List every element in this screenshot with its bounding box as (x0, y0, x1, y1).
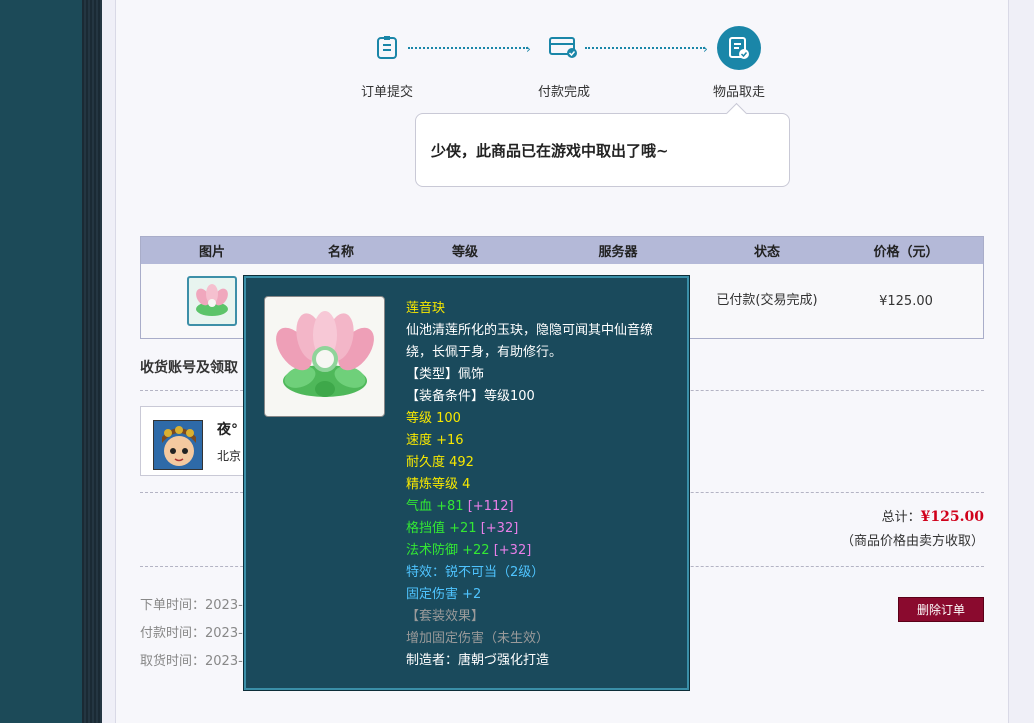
item-refine-level: 精炼等级 4 (406, 477, 471, 492)
item-speed: 速度 +16 (406, 433, 464, 448)
account-name: 夜° (217, 422, 238, 438)
progress-dots (585, 47, 705, 49)
price-note: （商品价格由卖方收取） (840, 534, 984, 549)
item-level: 等级 100 (406, 411, 461, 426)
column-header: 名称 (327, 245, 354, 260)
item-special-effect: 特效：锐不可当（2级） (406, 565, 545, 580)
item-tooltip-details: 莲音玦 仙池清莲所化的玉玦，隐隐可闻其中仙音缭绕，长佩于身，有助修行。 【类型】… (406, 298, 674, 672)
column-header: 服务器 (598, 245, 638, 260)
item-maker: 制造者：唐朝づ强化打造 (406, 653, 550, 668)
stat-block: 格挡值 +21 [+32] (406, 518, 674, 540)
receipt-section-title: 收货账号及领取 (140, 360, 238, 376)
stat-magic-defense: 法术防御 +22 [+32] (406, 540, 674, 562)
item-price: ¥125.00 (879, 293, 933, 309)
table-header: 图片 名称 等级 服务器 状态 价格（元） (141, 237, 983, 264)
column-header: 等级 (451, 245, 478, 260)
column-header: 图片 (198, 245, 225, 260)
column-header: 状态 (753, 245, 780, 260)
stat-block-base: 格挡值 +21 (406, 521, 477, 536)
step-label: 付款完成 (537, 85, 590, 100)
stat-mdef-base: 法术防御 +22 (406, 543, 490, 558)
item-description: 仙池清莲所化的玉玦，隐隐可闻其中仙音缭绕，长佩于身，有助修行。 (406, 323, 654, 360)
column-header: 价格（元） (873, 245, 939, 260)
stat-block-bonus: [+32] (480, 521, 519, 536)
document-icon (365, 26, 409, 70)
pickup-time: 取货时间：2023- (140, 654, 243, 669)
item-name: 莲音玦 (406, 301, 446, 316)
item-type: 【类型】佩饰 (406, 367, 485, 382)
document-check-icon (717, 26, 761, 70)
step-payment-complete: 付款完成 (514, 26, 614, 100)
item-thumbnail[interactable] (187, 276, 237, 326)
item-status: 已付款(交易完成) (716, 293, 818, 308)
total-label: 总计： (881, 510, 921, 525)
stat-hp-bonus: [+112] (467, 499, 514, 514)
delete-order-button[interactable]: 删除订单 (898, 597, 984, 622)
item-requirement: 【装备条件】等级100 (406, 389, 535, 404)
stat-mdef-bonus: [+32] (493, 543, 532, 558)
item-durability: 耐久度 492 (406, 455, 474, 470)
status-message: 少侠，此商品已在游戏中取出了哦~ (431, 142, 669, 160)
status-bubble: 少侠，此商品已在游戏中取出了哦~ (415, 113, 790, 187)
order-time: 下单时间：2023- (140, 598, 243, 613)
total-amount: ¥125.00 (920, 509, 984, 525)
stat-hp-base: 气血 +81 (406, 499, 464, 514)
progress-dots (408, 47, 528, 49)
avatar (153, 420, 203, 470)
item-fixed-damage: 固定伤害 +2 (406, 587, 482, 602)
account-server: 北京 (217, 449, 242, 463)
stat-hp: 气血 +81 [+112] (406, 496, 674, 518)
step-order-submitted: 订单提交 (337, 26, 437, 100)
card-icon (542, 26, 586, 70)
item-tooltip: 莲音玦 仙池清莲所化的玉玦，隐隐可闻其中仙音缭绕，长佩于身，有助修行。 【类型】… (244, 276, 689, 690)
payment-time: 付款时间：2023- (140, 626, 243, 641)
step-label: 订单提交 (360, 85, 413, 100)
sidebar-edge (82, 0, 102, 723)
set-effect-title: 【套装效果】 (406, 609, 485, 624)
order-times: 下单时间：2023- 付款时间：2023- 取货时间：2023- (140, 592, 243, 676)
order-total: 总计：¥125.00 (882, 506, 984, 525)
step-label: 物品取走 (712, 85, 765, 100)
set-effect-desc: 增加固定伤害（未生效） (406, 631, 550, 646)
step-item-taken: 物品取走 (689, 26, 789, 100)
item-large-image (264, 296, 385, 417)
